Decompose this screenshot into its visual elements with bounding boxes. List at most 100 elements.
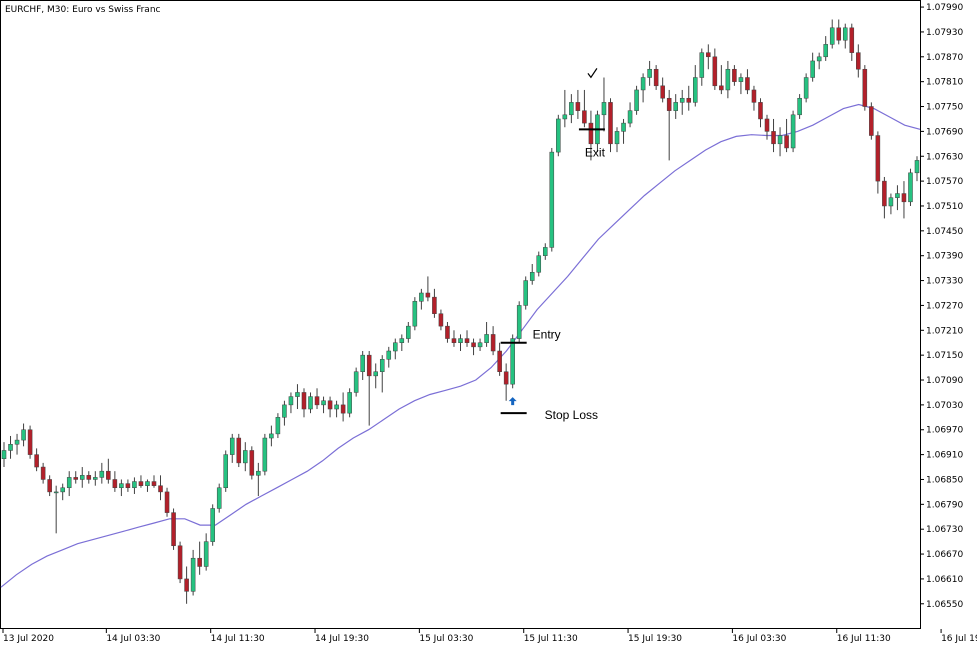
candle-body — [582, 110, 587, 124]
candle — [347, 388, 352, 418]
candle-body — [419, 292, 424, 302]
x-tick-label: 15 Jul 19:30 — [628, 634, 682, 644]
candle-body — [327, 400, 333, 410]
candle-body — [119, 483, 124, 489]
candle — [210, 504, 215, 546]
candle-body — [269, 433, 274, 439]
y-tick-label: 1.07750 — [926, 103, 963, 113]
candle-body — [523, 280, 528, 306]
candle — [516, 301, 522, 343]
candle-body — [262, 437, 268, 472]
candle-body — [706, 52, 711, 58]
candle-body — [784, 135, 789, 149]
y-tick-label: 1.07090 — [926, 376, 963, 386]
x-tick-label: 14 Jul 19:30 — [315, 634, 369, 644]
candle-body — [275, 417, 281, 435]
candle-body — [777, 135, 783, 145]
candle-body — [653, 68, 659, 87]
x-tick-label: 13 Jul 2020 — [3, 634, 54, 644]
candle-body — [608, 102, 613, 145]
candle — [908, 168, 913, 206]
y-tick-label: 1.07870 — [926, 53, 963, 63]
y-tick-label: 1.06850 — [926, 475, 963, 485]
y-tick-label: 1.07390 — [926, 252, 963, 262]
candle-body — [425, 292, 431, 298]
candle-body — [738, 77, 744, 82]
candle-body — [914, 160, 920, 174]
candle — [27, 425, 33, 459]
y-tick-label: 1.07630 — [926, 152, 963, 162]
x-tick-label: 16 Jul 11:30 — [837, 634, 891, 644]
candle-body — [660, 85, 665, 99]
candle-body — [816, 56, 822, 62]
y-tick-label: 1.06790 — [926, 500, 963, 510]
candle-body — [347, 392, 352, 414]
candle-body — [497, 350, 502, 372]
candle-body — [145, 481, 150, 486]
candle-body — [177, 545, 183, 580]
candle-body — [229, 437, 235, 455]
candle-body — [543, 247, 548, 256]
candle-body — [888, 197, 894, 207]
candle-body — [758, 102, 763, 120]
candle-body — [901, 193, 907, 203]
candle-body — [458, 338, 463, 343]
candle-body — [790, 114, 796, 149]
y-tick-label: 1.07810 — [926, 78, 963, 88]
candle-body — [8, 443, 13, 451]
candle-body — [464, 338, 470, 343]
candle-body — [321, 400, 326, 406]
candle — [262, 433, 268, 476]
candle-body — [47, 479, 52, 493]
candle-body — [869, 106, 874, 136]
chart-background — [0, 0, 977, 650]
candle — [790, 110, 796, 153]
chart-title: EURCHF, M30: Euro vs Swiss Franc — [5, 5, 161, 15]
candle-body — [556, 118, 561, 153]
candle-body — [692, 77, 698, 103]
candle-body — [490, 334, 496, 352]
candle — [862, 65, 868, 111]
candle-body — [288, 396, 294, 406]
y-tick-label: 1.06970 — [926, 426, 963, 436]
y-tick-label: 1.07570 — [926, 177, 963, 187]
y-tick-label: 1.07030 — [926, 401, 963, 411]
candle-body — [236, 437, 242, 464]
candle-body — [745, 77, 750, 91]
candle-body — [666, 97, 672, 111]
y-tick-label: 1.07330 — [926, 277, 963, 287]
y-tick-label: 1.06910 — [926, 451, 963, 461]
candle — [177, 541, 183, 584]
candle-body — [399, 338, 405, 343]
x-tick-label: 16 Jul 03:30 — [732, 634, 786, 644]
candle-body — [856, 52, 861, 70]
x-tick-label: 14 Jul 11:30 — [211, 634, 265, 644]
candle — [803, 73, 809, 103]
candle-body — [438, 313, 444, 327]
candle-body — [823, 44, 828, 58]
candle-body — [751, 89, 757, 103]
candle-body — [366, 354, 372, 377]
candle-body — [197, 557, 202, 567]
candle-body — [529, 272, 535, 281]
candle-body — [125, 483, 131, 489]
candle-body — [895, 193, 900, 198]
y-tick-label: 1.07150 — [926, 351, 963, 361]
candle — [223, 450, 229, 492]
candle-body — [640, 77, 646, 91]
candle-body — [53, 491, 59, 494]
candle — [549, 147, 555, 252]
candle-body — [536, 255, 542, 273]
candle-body — [203, 541, 209, 567]
candle-body — [360, 354, 365, 372]
candle-body — [477, 342, 483, 348]
candle-body — [484, 334, 489, 343]
candle-body — [621, 122, 626, 132]
candle-body — [27, 429, 33, 455]
y-tick-label: 1.06670 — [926, 550, 963, 560]
candle — [216, 483, 222, 513]
x-tick-label: 15 Jul 11:30 — [524, 634, 578, 644]
candle-body — [882, 180, 887, 207]
candle-body — [295, 392, 300, 397]
candle — [171, 508, 176, 550]
